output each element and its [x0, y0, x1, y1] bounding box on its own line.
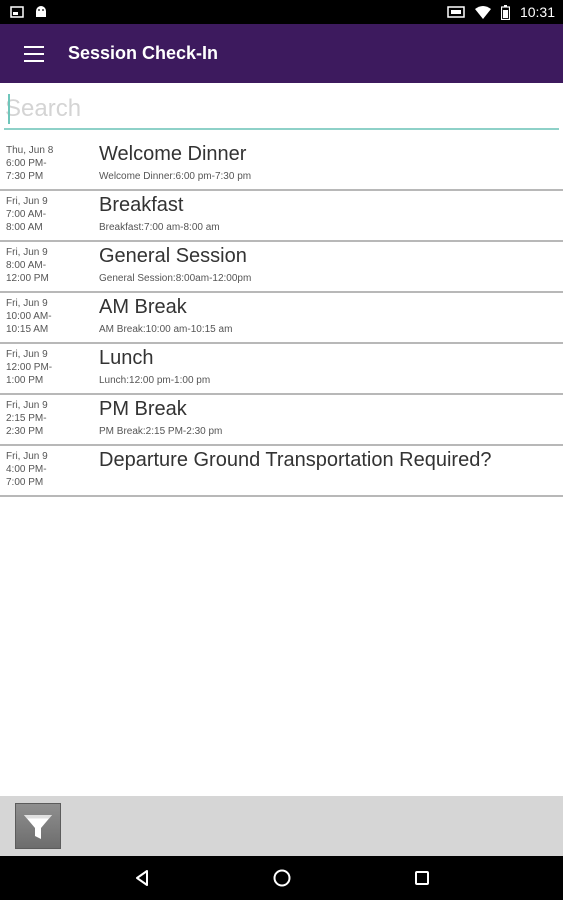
funnel-icon — [24, 815, 52, 839]
session-list: Thu, Jun 8 6:00 PM- 7:30 PM Welcome Dinn… — [0, 140, 563, 497]
session-title: Departure Ground Transportation Required… — [99, 449, 492, 471]
text-cursor — [8, 94, 10, 124]
session-title: Welcome Dinner — [99, 143, 247, 165]
session-title: AM Break — [99, 296, 187, 318]
menu-icon[interactable] — [24, 45, 44, 62]
session-title: Breakfast — [99, 194, 184, 216]
status-bar: 10:31 — [0, 0, 563, 24]
session-datetime: Fri, Jun 9 7:00 AM- 8:00 AM — [6, 195, 86, 234]
session-subtitle: PM Break:2:15 PM-2:30 pm — [99, 426, 223, 437]
session-date: Thu, Jun 8 — [6, 145, 54, 156]
page-title: Session Check-In — [68, 43, 219, 63]
session-time: 7:00 AM- 8:00 AM — [6, 209, 47, 233]
session-row-breakfast[interactable]: Fri, Jun 9 7:00 AM- 8:00 AM Breakfast Br… — [0, 191, 563, 242]
session-time: 12:00 PM- 1:00 PM — [6, 362, 53, 386]
session-time: 2:15 PM- 2:30 PM — [6, 413, 47, 437]
session-date: Fri, Jun 9 — [6, 247, 48, 258]
session-row-general-session[interactable]: Fri, Jun 9 8:00 AM- 12:00 PM General Ses… — [0, 242, 563, 293]
status-left — [10, 5, 48, 19]
session-row-departure-transport[interactable]: Fri, Jun 9 4:00 PM- 7:00 PM Departure Gr… — [0, 446, 563, 497]
session-row-pm-break[interactable]: Fri, Jun 9 2:15 PM- 2:30 PM PM Break PM … — [0, 395, 563, 446]
session-time: 4:00 PM- 7:00 PM — [6, 464, 47, 488]
session-time: 6:00 PM- 7:30 PM — [6, 158, 47, 182]
session-datetime: Fri, Jun 9 8:00 AM- 12:00 PM — [6, 246, 86, 285]
app-bar: Session Check-In — [0, 24, 563, 83]
session-row-lunch[interactable]: Fri, Jun 9 12:00 PM- 1:00 PM Lunch Lunch… — [0, 344, 563, 395]
bottom-toolbar — [0, 796, 563, 856]
home-icon — [273, 869, 290, 887]
session-title: General Session — [99, 245, 247, 267]
gallery-icon — [10, 6, 24, 18]
filter-button[interactable] — [15, 803, 61, 849]
android-icon — [36, 6, 46, 17]
session-row-am-break[interactable]: Fri, Jun 9 10:00 AM- 10:15 AM AM Break A… — [0, 293, 563, 344]
back-button[interactable] — [122, 858, 162, 898]
session-date: Fri, Jun 9 — [6, 349, 48, 360]
battery-icon — [500, 4, 510, 20]
session-subtitle: Welcome Dinner:6:00 pm-7:30 pm — [99, 171, 252, 182]
session-datetime: Fri, Jun 9 12:00 PM- 1:00 PM — [6, 348, 86, 387]
session-row-welcome-dinner[interactable]: Thu, Jun 8 6:00 PM- 7:30 PM Welcome Dinn… — [0, 140, 563, 191]
session-datetime: Fri, Jun 9 2:15 PM- 2:30 PM — [6, 399, 86, 438]
status-time: 10:31 — [519, 4, 555, 20]
search-input[interactable] — [4, 90, 559, 130]
session-date: Fri, Jun 9 — [6, 400, 48, 411]
session-time: 10:00 AM- 10:15 AM — [6, 311, 52, 335]
session-datetime: Fri, Jun 9 10:00 AM- 10:15 AM — [6, 297, 86, 336]
recents-icon — [414, 871, 429, 885]
session-subtitle: Lunch:12:00 pm-1:00 pm — [99, 375, 211, 386]
system-nav-bar — [0, 856, 563, 900]
session-datetime: Thu, Jun 8 6:00 PM- 7:30 PM — [6, 144, 86, 183]
session-date: Fri, Jun 9 — [6, 298, 48, 309]
session-time: 8:00 AM- 12:00 PM — [6, 260, 49, 284]
session-date: Fri, Jun 9 — [6, 196, 48, 207]
recents-button[interactable] — [402, 858, 442, 898]
cast-icon — [447, 6, 465, 18]
session-subtitle: General Session:8:00am-12:00pm — [99, 273, 252, 284]
back-icon — [135, 870, 148, 886]
session-date: Fri, Jun 9 — [6, 451, 48, 462]
session-title: PM Break — [99, 398, 187, 420]
session-title: Lunch — [99, 347, 154, 369]
status-right: 10:31 — [447, 4, 555, 20]
session-subtitle: Breakfast:7:00 am-8:00 am — [99, 222, 220, 233]
session-datetime: Fri, Jun 9 4:00 PM- 7:00 PM — [6, 450, 86, 489]
wifi-icon — [474, 5, 491, 19]
session-subtitle: AM Break:10:00 am-10:15 am — [99, 324, 233, 335]
home-button[interactable] — [262, 858, 302, 898]
search-container — [4, 90, 559, 132]
